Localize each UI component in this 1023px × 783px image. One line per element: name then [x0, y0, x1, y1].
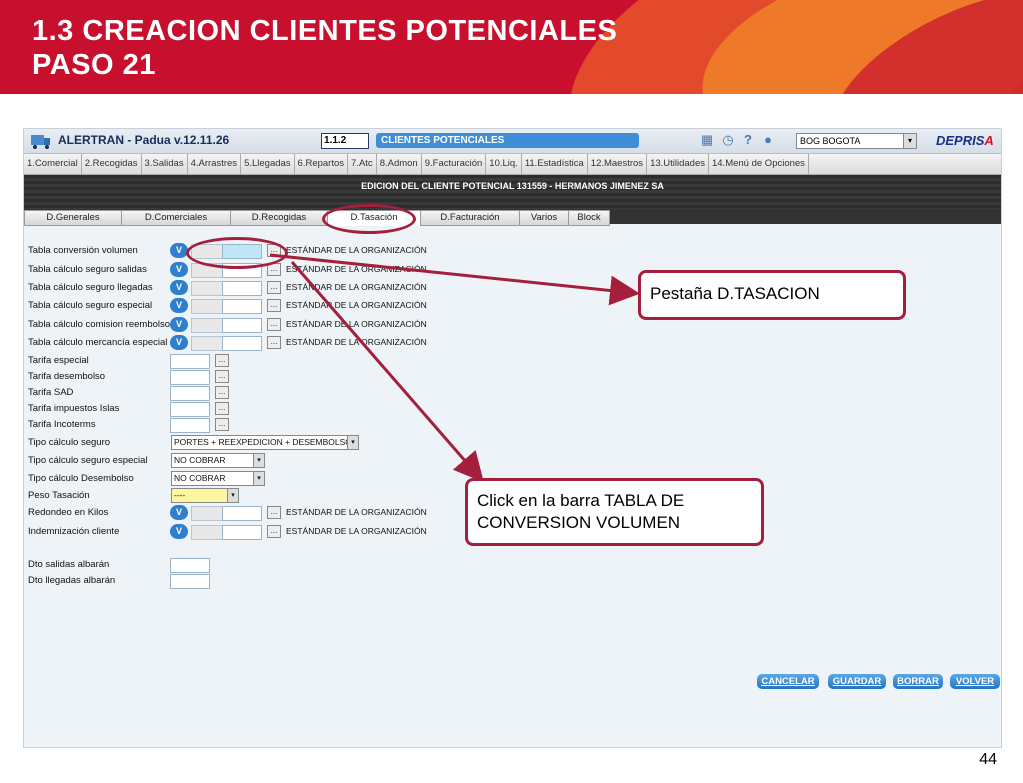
arrow-to-tab-note [269, 253, 640, 306]
tab-callout-text: Pestaña D.TASACION [650, 284, 820, 303]
click-callout-text: Click en la barra TABLA DE CONVERSION VO… [477, 490, 684, 534]
click-callout-line1: Click en la barra TABLA DE [477, 491, 685, 510]
click-callout-line2: CONVERSION VOLUMEN [477, 513, 681, 532]
arrow-to-click-note [290, 261, 484, 483]
callout-arrows [269, 253, 640, 483]
page-number: 44 [979, 751, 997, 768]
tab-callout: Pestaña D.TASACION [638, 270, 906, 320]
click-callout: Click en la barra TABLA DE CONVERSION VO… [465, 478, 764, 546]
